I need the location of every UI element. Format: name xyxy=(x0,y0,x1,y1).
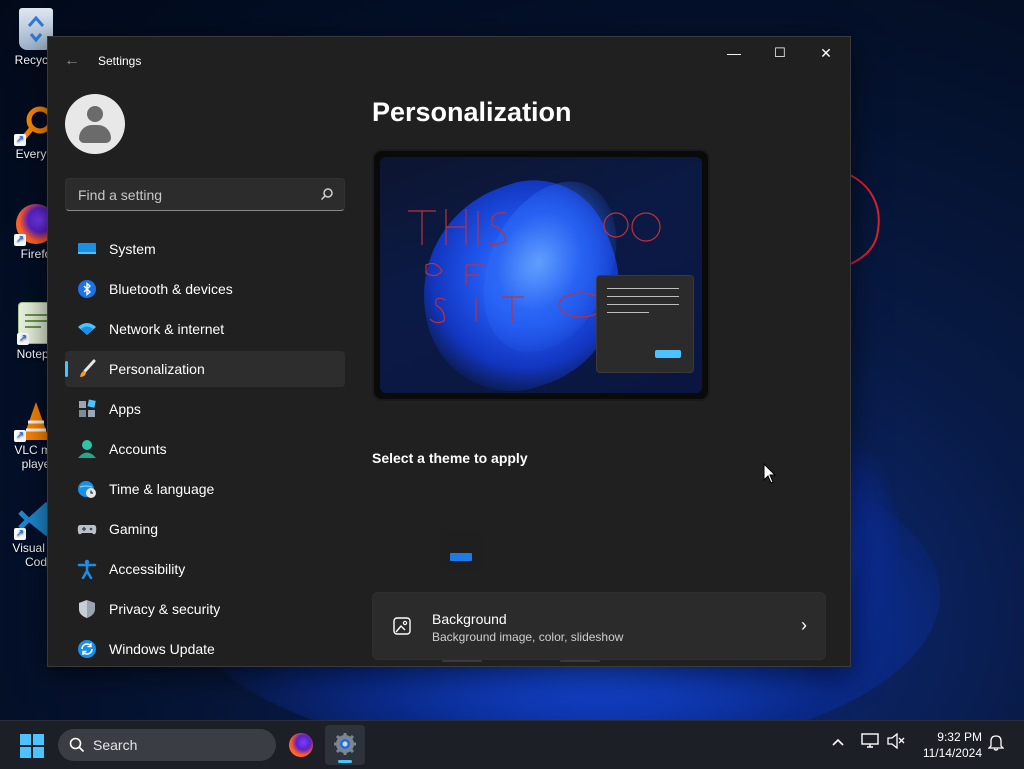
image-icon xyxy=(393,617,411,635)
preview-line xyxy=(607,296,679,297)
active-indicator xyxy=(65,361,68,377)
sidebar-item-apps[interactable]: Apps xyxy=(65,391,345,427)
shortcut-arrow-icon: ↗ xyxy=(14,430,26,442)
search-icon xyxy=(69,737,85,753)
avatar-head xyxy=(87,106,103,122)
sidebar-item-gaming[interactable]: Gaming xyxy=(65,511,345,547)
taskbar: Search 9:32 PM 11/14/2024 xyxy=(0,720,1024,769)
search-icon xyxy=(320,188,333,201)
account-icon xyxy=(78,440,96,458)
find-setting-search[interactable] xyxy=(65,178,345,211)
sidebar-item-windows-update[interactable]: Windows Update xyxy=(65,631,345,666)
taskbar-app-firefox[interactable] xyxy=(281,725,321,765)
sidebar-item-label: Time & language xyxy=(109,481,215,497)
accessibility-icon xyxy=(77,559,97,579)
volume-muted-icon[interactable] xyxy=(887,733,905,749)
theme-preview-wallpaper xyxy=(380,157,702,393)
avatar-body xyxy=(79,125,111,143)
sidebar-item-label: System xyxy=(109,241,156,257)
sidebar-item-system[interactable]: System xyxy=(65,231,345,267)
theme-preview xyxy=(372,149,710,401)
sidebar-item-accounts[interactable]: Accounts xyxy=(65,431,345,467)
taskbar-clock[interactable]: 9:32 PM 11/14/2024 xyxy=(923,729,982,761)
theme-tile[interactable] xyxy=(441,530,481,570)
close-button[interactable]: ✕ xyxy=(803,37,849,69)
shield-icon xyxy=(79,600,95,618)
sidebar-item-label: Privacy & security xyxy=(109,601,221,617)
preview-accent-button xyxy=(655,350,681,358)
search-input[interactable] xyxy=(76,185,310,205)
gamepad-icon xyxy=(77,525,97,535)
taskbar-app-settings[interactable] xyxy=(325,725,365,765)
page-title: Personalization xyxy=(372,97,572,127)
taskbar-search-label: Search xyxy=(93,737,138,753)
chevron-right-icon: › xyxy=(801,615,807,635)
shortcut-arrow-icon: ↗ xyxy=(14,234,26,246)
sidebar-item-accessibility[interactable]: Accessibility xyxy=(65,551,345,587)
network-monitor-icon[interactable] xyxy=(861,733,879,749)
title-bar[interactable]: ← Settings — ☐ ✕ xyxy=(48,37,850,85)
sidebar-item-bluetooth[interactable]: Bluetooth & devices xyxy=(65,271,345,307)
clock-time: 9:32 PM xyxy=(937,730,982,744)
sidebar-item-label: Personalization xyxy=(109,361,205,377)
background-settings-card[interactable]: Background Background image, color, slid… xyxy=(372,592,826,660)
background-card-subtitle: Background image, color, slideshow xyxy=(432,630,624,644)
theme-tile-accent xyxy=(450,553,472,561)
settings-window: ← Settings — ☐ ✕ System Bluetooth & devi… xyxy=(47,36,851,667)
back-arrow-icon[interactable]: ← xyxy=(62,51,82,71)
notification-bell-icon[interactable] xyxy=(988,733,1004,751)
divider xyxy=(560,660,600,662)
divider xyxy=(442,660,482,662)
preview-line xyxy=(607,312,649,313)
globe-clock-icon xyxy=(78,481,96,498)
sidebar-item-privacy-security[interactable]: Privacy & security xyxy=(65,591,345,627)
window-title: Settings xyxy=(98,54,142,68)
preview-window-mockup xyxy=(596,275,694,373)
theme-section-label: Select a theme to apply xyxy=(372,450,528,466)
windows-start-icon[interactable] xyxy=(20,734,44,758)
sidebar-item-personalization[interactable]: Personalization xyxy=(65,351,345,387)
shortcut-arrow-icon: ↗ xyxy=(17,333,29,345)
settings-nav: System Bluetooth & devices Network & int… xyxy=(65,231,345,666)
update-icon xyxy=(78,640,96,658)
avatar[interactable] xyxy=(65,94,125,154)
shortcut-arrow-icon: ↗ xyxy=(14,134,26,146)
taskbar-search[interactable]: Search xyxy=(58,729,276,761)
preview-line xyxy=(607,288,679,289)
firefox-icon xyxy=(289,733,313,757)
minimize-button[interactable]: — xyxy=(711,37,757,69)
sidebar-item-label: Network & internet xyxy=(109,321,225,337)
sidebar-item-label: Bluetooth & devices xyxy=(109,281,233,297)
clock-date: 11/14/2024 xyxy=(922,746,982,760)
active-app-indicator xyxy=(338,760,352,763)
bluetooth-icon xyxy=(78,280,96,298)
sidebar-item-label: Windows Update xyxy=(109,641,215,657)
preview-line xyxy=(607,304,679,305)
gear-icon xyxy=(334,733,356,755)
sidebar-item-label: Gaming xyxy=(109,521,159,537)
sidebar-item-network[interactable]: Network & internet xyxy=(65,311,345,347)
wifi-icon xyxy=(78,323,96,335)
sidebar-item-label: Accounts xyxy=(109,441,167,457)
sidebar-item-time-language[interactable]: Time & language xyxy=(65,471,345,507)
tray-overflow-chevron-icon[interactable] xyxy=(831,735,845,752)
shortcut-arrow-icon: ↗ xyxy=(14,528,26,540)
maximize-button[interactable]: ☐ xyxy=(757,37,803,69)
system-display-icon xyxy=(78,243,96,254)
background-card-title: Background xyxy=(432,611,507,627)
paintbrush-icon xyxy=(80,359,96,377)
sidebar-item-label: Accessibility xyxy=(109,561,186,577)
sidebar-item-label: Apps xyxy=(109,401,141,417)
apps-icon xyxy=(79,399,96,417)
mouse-cursor-icon xyxy=(763,463,777,484)
